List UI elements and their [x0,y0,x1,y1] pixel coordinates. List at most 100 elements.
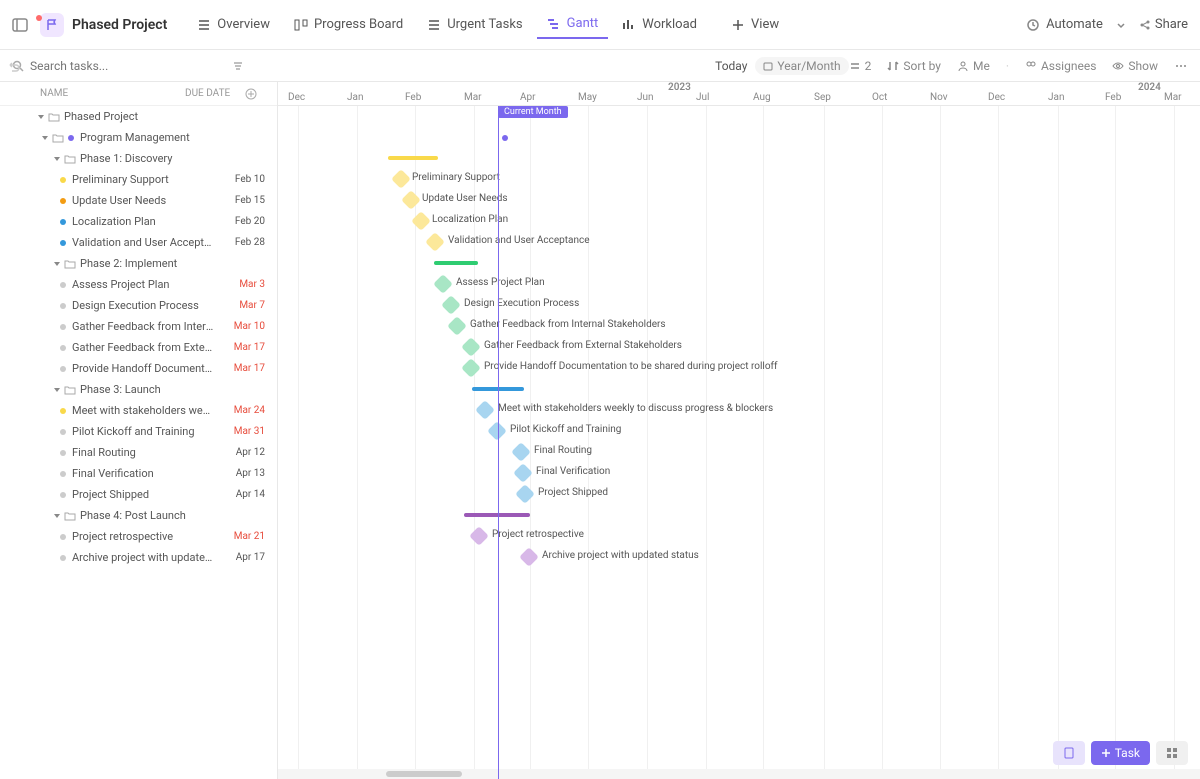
task-row[interactable]: Meet with stakeholders weekly...Mar 24 [0,400,277,421]
today-button[interactable]: Today [707,57,755,75]
gantt-task-label: Gather Feedback from External Stakeholde… [484,340,682,351]
gantt-task-diamond[interactable] [447,316,467,336]
chevron-down-icon[interactable] [1115,19,1127,31]
task-name: Assess Project Plan [72,278,215,291]
menu-toggle[interactable] [12,17,40,33]
me-button[interactable]: Me [957,59,990,73]
user-icon [957,60,969,72]
share-icon [1139,19,1151,31]
toggle-icon[interactable] [52,511,62,521]
task-row[interactable]: Update User NeedsFeb 15 [0,190,277,211]
task-row[interactable]: Provide Handoff Documentation...Mar 17 [0,358,277,379]
status-dot [60,219,66,225]
gantt-task-diamond[interactable] [441,295,461,315]
task-row[interactable]: Preliminary SupportFeb 10 [0,169,277,190]
search-input[interactable] [30,59,186,73]
expand-button[interactable]: 2 [849,59,872,73]
toggle-icon[interactable] [36,112,46,122]
col-name: NAME [12,88,185,99]
share-button[interactable]: Share [1139,17,1188,32]
gantt-task-diamond[interactable] [433,274,453,294]
gantt-phase-bar[interactable] [388,156,438,160]
automate-button[interactable]: Automate [1026,17,1103,32]
gantt-phase-bar[interactable] [434,261,478,265]
tab-overview[interactable]: Overview [187,10,280,39]
board-icon [294,18,308,32]
task-row[interactable]: Final RoutingApr 12 [0,442,277,463]
gantt-phase-bar[interactable] [464,513,530,517]
panel-header: NAME Due Date [0,82,277,106]
task-name: Pilot Kickoff and Training [72,425,215,438]
toggle-icon[interactable] [40,133,50,143]
show-button[interactable]: Show [1112,59,1158,73]
note-button[interactable] [1053,741,1085,765]
filter-icon[interactable] [232,60,244,72]
status-dot [60,555,66,561]
task-name: Archive project with updated s... [72,551,215,564]
gantt-task-diamond[interactable] [513,463,533,483]
project-title[interactable]: Phased Project [72,17,167,33]
gantt-task-diamond[interactable] [401,190,421,210]
apps-button[interactable] [1156,741,1188,765]
gantt-task-diamond[interactable] [461,337,481,357]
task-row[interactable]: Phase 2: Implement [0,253,277,274]
task-row[interactable]: Gather Feedback from Internal...Mar 10 [0,316,277,337]
gantt-task-diamond[interactable] [487,421,507,441]
tab-urgent-tasks[interactable]: Urgent Tasks [417,10,532,39]
task-row[interactable]: Phase 4: Post Launch [0,505,277,526]
gantt-milestone[interactable] [502,135,508,141]
gantt-row: Preliminary Support [278,169,1200,190]
more-icon[interactable] [1174,59,1188,73]
task-row[interactable]: Pilot Kickoff and TrainingMar 31 [0,421,277,442]
gantt-task-diamond[interactable] [475,400,495,420]
plus-icon [731,18,745,32]
tab-workload[interactable]: Workload [612,10,707,39]
gantt-task-diamond[interactable] [461,358,481,378]
task-row[interactable]: Project retrospectiveMar 21 [0,526,277,547]
tab-gantt[interactable]: Gantt [537,10,609,39]
toggle-icon[interactable] [52,385,62,395]
today-line [498,106,499,779]
gantt-task-label: Gather Feedback from Internal Stakeholde… [470,319,666,330]
task-row[interactable]: Localization PlanFeb 20 [0,211,277,232]
task-row[interactable]: Project ShippedApr 14 [0,484,277,505]
due-date: Mar 17 [215,342,265,353]
task-row[interactable]: Phase 3: Launch [0,379,277,400]
horizontal-scrollbar[interactable] [278,769,1200,779]
task-row[interactable]: Program Management [0,127,277,148]
task-row[interactable]: Phased Project [0,106,277,127]
note-icon [1063,747,1075,759]
task-row[interactable]: Assess Project PlanMar 3 [0,274,277,295]
sort-by-button[interactable]: Sort by [887,59,941,73]
tab-progress-board[interactable]: Progress Board [284,10,413,39]
gantt-task-diamond[interactable] [391,169,411,189]
task-row[interactable]: Phase 1: Discovery [0,148,277,169]
gantt-row: Archive project with updated status [278,547,1200,568]
gantt-task-diamond[interactable] [511,442,531,462]
task-row[interactable]: Archive project with updated s...Apr 17 [0,547,277,568]
toolbar: Today Year/Month 2 Sort by Me · Assignee… [0,50,1200,82]
gantt-task-diamond[interactable] [519,547,539,567]
month-label: Aug [753,92,771,103]
task-row[interactable]: Design Execution ProcessMar 7 [0,295,277,316]
toggle-icon[interactable] [52,259,62,269]
gantt-task-diamond[interactable] [425,232,445,252]
task-row[interactable]: Gather Feedback from External...Mar 17 [0,337,277,358]
task-row[interactable]: Validation and User AcceptanceFeb 28 [0,232,277,253]
tab-view[interactable]: View [721,10,789,39]
gantt-panel[interactable]: 2023 2024 DecJanFebMarAprMayJunJulAugSep… [278,82,1200,779]
gantt-task-diamond[interactable] [411,211,431,231]
toggle-icon[interactable] [52,154,62,164]
new-task-button[interactable]: Task [1091,741,1150,765]
project-icon[interactable] [40,13,64,37]
gantt-task-label: Localization Plan [432,214,508,225]
gantt-row [278,148,1200,169]
add-column-button[interactable] [245,88,265,100]
undo-icon[interactable] [6,58,20,72]
task-row[interactable]: Final VerificationApr 13 [0,463,277,484]
assignees-button[interactable]: Assignees [1025,59,1096,73]
gantt-task-diamond[interactable] [515,484,535,504]
scrollbar-thumb[interactable] [386,771,462,777]
gantt-task-diamond[interactable] [469,526,489,546]
year-month-selector[interactable]: Year/Month [755,57,848,75]
